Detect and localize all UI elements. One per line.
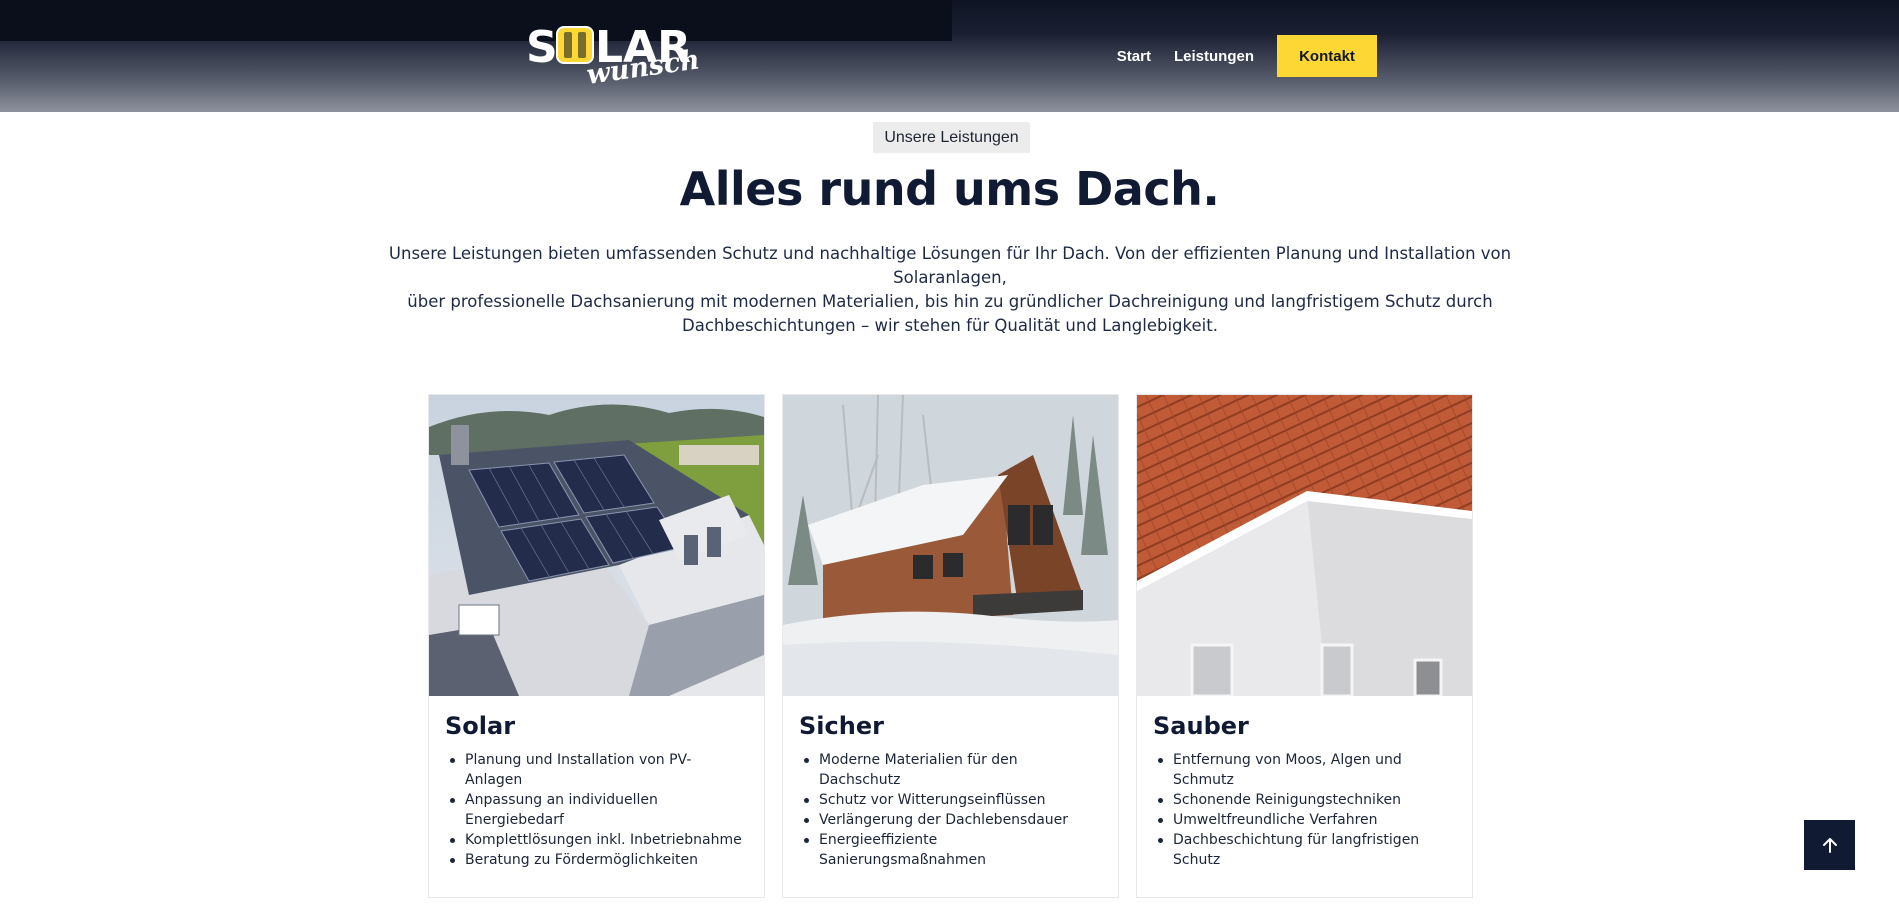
solar-roof-image (429, 395, 764, 696)
service-card-solar: Solar Planung und Installation von PV-An… (428, 394, 765, 898)
service-cards: Solar Planung und Installation von PV-An… (428, 394, 1473, 898)
card-feature-list: Moderne Materialien für den Dachschutz S… (799, 750, 1102, 870)
card-feature-list: Entfernung von Moos, Algen und Schmutz S… (1153, 750, 1456, 870)
intro-line: Unsere Leistungen bieten umfassenden Sch… (388, 244, 1512, 287)
list-item: Komplettlösungen inkl. Inbetriebnahme (450, 830, 748, 850)
list-item: Energieeffiziente Sanierungsmaßnahmen (804, 830, 1102, 870)
back-to-top-button[interactable] (1804, 820, 1855, 870)
section-title: Alles rund ums Dach. (679, 162, 1220, 216)
site-header: S LAR wunsch Start Leistungen Kontakt (0, 0, 1899, 112)
section-tag: Unsere Leistungen (873, 122, 1030, 153)
nav-start[interactable]: Start (1117, 48, 1151, 65)
list-item: Beratung zu Fördermöglichkeiten (450, 850, 748, 870)
main-nav: Start Leistungen Kontakt (1117, 35, 1377, 77)
list-item: Verlängerung der Dachlebensdauer (804, 810, 1102, 830)
header-dark-band (0, 0, 952, 41)
card-title: Solar (445, 712, 516, 740)
intro-line: Dachbeschichtungen – wir stehen für Qual… (682, 316, 1218, 335)
nav-leistungen[interactable]: Leistungen (1174, 48, 1254, 65)
arrow-up-icon (1822, 838, 1837, 853)
card-title: Sicher (799, 712, 884, 740)
tiled-roof-image (1137, 395, 1472, 696)
service-card-sicher: Sicher Moderne Materialien für den Dachs… (782, 394, 1119, 898)
snow-house-image (783, 395, 1118, 696)
contact-button[interactable]: Kontakt (1277, 35, 1377, 77)
list-item: Moderne Materialien für den Dachschutz (804, 750, 1102, 790)
service-card-sauber: Sauber Entfernung von Moos, Algen und Sc… (1136, 394, 1473, 898)
site-logo[interactable]: S LAR wunsch (526, 20, 706, 90)
list-item: Anpassung an individuellen Energiebedarf (450, 790, 748, 830)
list-item: Entfernung von Moos, Algen und Schmutz (1158, 750, 1456, 790)
card-feature-list: Planung und Installation von PV-Anlagen … (445, 750, 748, 870)
intro-line: über professionelle Dachsanierung mit mo… (407, 292, 1493, 311)
list-item: Schonende Reinigungstechniken (1158, 790, 1456, 810)
list-item: Planung und Installation von PV-Anlagen (450, 750, 748, 790)
section-intro: Unsere Leistungen bieten umfassenden Sch… (360, 242, 1540, 338)
list-item: Dachbeschichtung für langfristigen Schut… (1158, 830, 1456, 870)
card-title: Sauber (1153, 712, 1249, 740)
list-item: Umweltfreundliche Verfahren (1158, 810, 1456, 830)
svg-text:S: S (526, 22, 558, 73)
list-item: Schutz vor Witterungseinflüssen (804, 790, 1102, 810)
